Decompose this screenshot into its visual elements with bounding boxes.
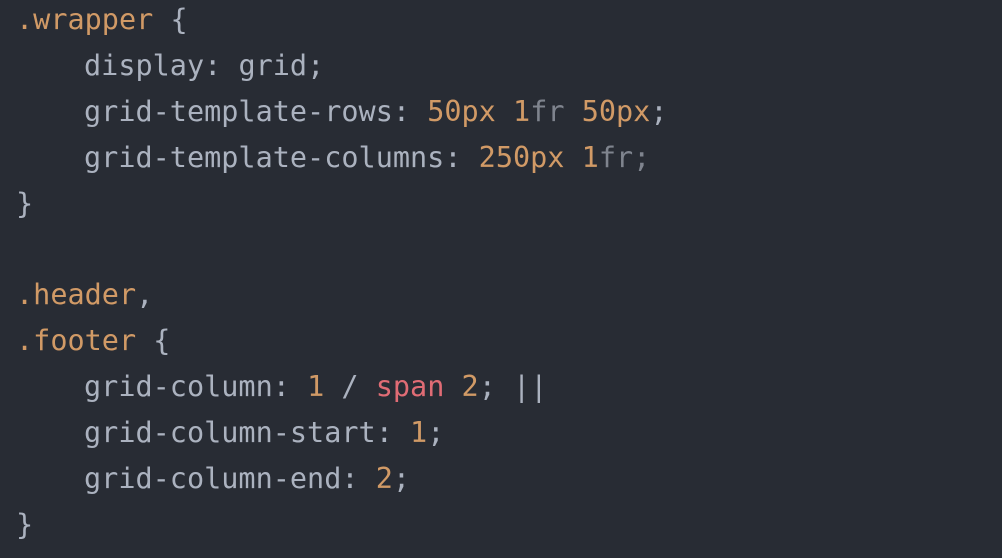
- code-line-8: .footer {: [16, 321, 170, 361]
- code-line-7: .header,: [16, 275, 153, 315]
- code-line-4: grid-template-columns: 250px 1fr;: [16, 138, 650, 178]
- code-line-11: grid-column-end: 2;: [16, 459, 410, 499]
- semicolon: ;: [650, 95, 668, 128]
- number: 250: [478, 141, 531, 174]
- css-selector: .footer: [16, 324, 137, 357]
- colon: :: [341, 462, 376, 495]
- css-selector: .wrapper: [16, 3, 154, 36]
- number: 2: [375, 462, 393, 495]
- close-brace: }: [16, 508, 34, 541]
- css-property: grid-column: [84, 370, 273, 403]
- number: 1: [581, 141, 599, 174]
- number: 1: [513, 95, 531, 128]
- css-property: grid-template-columns: [84, 141, 445, 174]
- colon: :: [392, 95, 428, 128]
- keyword: span: [375, 370, 445, 403]
- number: 50: [581, 95, 617, 128]
- css-property: grid-template-rows: [84, 95, 393, 128]
- css-selector: .header: [16, 278, 137, 311]
- unit: fr: [530, 95, 565, 128]
- css-value: grid: [238, 49, 308, 82]
- unit: px: [530, 141, 565, 174]
- semicolon: ;: [427, 416, 445, 449]
- code-editor[interactable]: .wrapper { display: grid; grid-template-…: [0, 0, 1002, 558]
- number: 50: [427, 95, 462, 128]
- unit: fr: [598, 141, 634, 174]
- code-line-9: grid-column: 1 / span 2; ||: [16, 367, 547, 407]
- colon: :: [204, 49, 239, 82]
- code-line-12: }: [16, 505, 33, 545]
- colon: :: [272, 370, 308, 403]
- open-brace: {: [153, 3, 188, 36]
- number: 1: [410, 416, 428, 449]
- unit: px: [461, 95, 496, 128]
- css-property: grid-column-start: [84, 416, 376, 449]
- semicolon: ;: [392, 462, 411, 495]
- code-line-3: grid-template-rows: 50px 1fr 50px;: [16, 92, 668, 132]
- css-property: grid-column-end: [84, 462, 342, 495]
- semicolon: ;: [633, 141, 651, 174]
- semicolon: ;: [307, 49, 325, 82]
- text-cursor: ||: [495, 370, 548, 403]
- css-property: display: [84, 49, 205, 82]
- slash: /: [324, 370, 376, 403]
- colon: :: [444, 141, 479, 174]
- close-brace: }: [16, 187, 34, 220]
- code-line-5: }: [16, 184, 33, 224]
- semicolon: ;: [478, 370, 496, 403]
- code-line-1: .wrapper {: [16, 0, 188, 40]
- number: 1: [307, 370, 325, 403]
- open-brace: {: [136, 324, 171, 357]
- code-line-10: grid-column-start: 1;: [16, 413, 444, 453]
- unit: px: [616, 95, 651, 128]
- number: 2: [461, 370, 479, 403]
- colon: :: [375, 416, 411, 449]
- comma: ,: [136, 278, 154, 311]
- code-line-2: display: grid;: [16, 46, 324, 86]
